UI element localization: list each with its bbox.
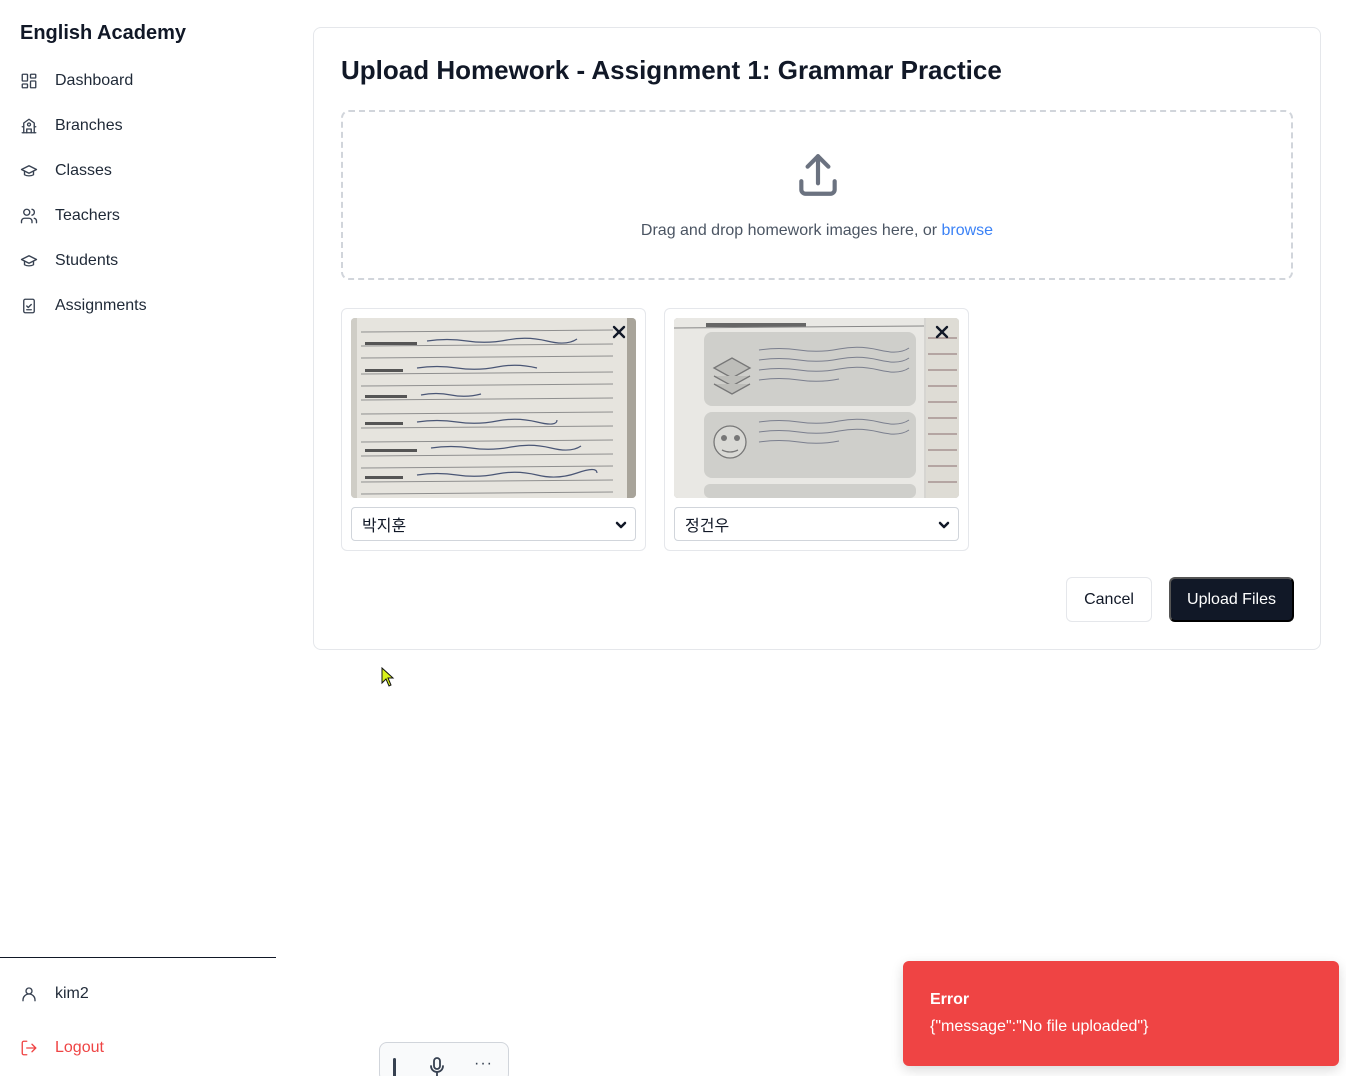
sidebar-item-assignments[interactable]: Assignments (0, 283, 276, 328)
toast-title: Error (930, 991, 970, 1008)
uploaded-file-card: 정건우 (664, 308, 969, 551)
clipboard-check-icon (20, 297, 38, 315)
sidebar-item-label: Teachers (55, 206, 120, 224)
upload-icon (793, 150, 843, 200)
microphone-icon[interactable] (428, 1057, 446, 1076)
floating-toolbar: ··· (379, 1042, 509, 1076)
student-select-value: 박지훈 (362, 516, 407, 535)
toast-message: {"message":"No file uploaded"} (930, 1018, 1149, 1035)
remove-file-button[interactable] (933, 323, 951, 341)
worksheet-image (351, 318, 636, 498)
logout-label: Logout (55, 1039, 104, 1056)
logout-icon (21, 1040, 37, 1056)
mouse-cursor-icon (381, 667, 395, 687)
sidebar-item-branches[interactable]: Branches (0, 103, 276, 148)
close-icon (612, 325, 626, 339)
sidebar-item-label: Students (55, 251, 119, 269)
graduation-cap-icon (20, 162, 38, 180)
student-select-value: 정건우 (685, 516, 730, 535)
chevron-down-icon (938, 518, 950, 530)
sidebar-item-dashboard[interactable]: Dashboard (0, 58, 276, 103)
sidebar-divider (0, 957, 276, 958)
close-icon (935, 325, 949, 339)
sidebar-nav: Dashboard Branches Classes Teachers Stud… (0, 58, 276, 328)
brand-title: English Academy (20, 22, 186, 44)
remove-file-button[interactable] (610, 323, 628, 341)
current-user: kim2 (20, 982, 89, 1006)
graduation-cap-icon (20, 252, 38, 270)
cancel-button[interactable]: Cancel (1066, 577, 1152, 622)
upload-files-button[interactable]: Upload Files (1169, 577, 1294, 622)
uploaded-file-card: 박지훈 (341, 308, 646, 551)
sidebar: English Academy Dashboard Branches Class… (0, 0, 276, 1076)
sidebar-item-students[interactable]: Students (0, 238, 276, 283)
sidebar-item-label: Assignments (55, 296, 147, 314)
page-title: Upload Homework - Assignment 1: Grammar … (341, 55, 1002, 85)
file-dropzone[interactable]: Drag and drop homework images here, or b… (341, 110, 1293, 280)
dropzone-text: Drag and drop homework images here, or b… (343, 222, 1291, 240)
dashboard-icon (20, 72, 38, 90)
dropzone-instructions: Drag and drop homework images here, or (640, 222, 942, 239)
user-name: kim2 (55, 985, 89, 1002)
sidebar-item-label: Branches (55, 116, 123, 134)
sidebar-item-teachers[interactable]: Teachers (0, 193, 276, 238)
user-icon (22, 987, 36, 1002)
logout-button[interactable]: Logout (20, 1036, 104, 1060)
grip-icon[interactable] (393, 1058, 396, 1076)
more-icon[interactable]: ··· (474, 1055, 493, 1073)
student-select[interactable]: 박지훈 (351, 507, 636, 541)
chevron-down-icon (615, 518, 627, 530)
sidebar-item-label: Classes (55, 161, 112, 179)
upload-card: Upload Homework - Assignment 1: Grammar … (313, 27, 1321, 650)
student-select[interactable]: 정건우 (674, 507, 959, 541)
worksheet-image (674, 318, 959, 498)
sidebar-item-classes[interactable]: Classes (0, 148, 276, 193)
users-icon (20, 207, 38, 225)
error-toast: Error {"message":"No file uploaded"} (903, 961, 1339, 1066)
file-thumbnail (351, 318, 636, 498)
browse-link[interactable]: browse (942, 222, 994, 239)
building-icon (20, 117, 38, 135)
file-thumbnail (674, 318, 959, 498)
sidebar-item-label: Dashboard (55, 71, 134, 89)
